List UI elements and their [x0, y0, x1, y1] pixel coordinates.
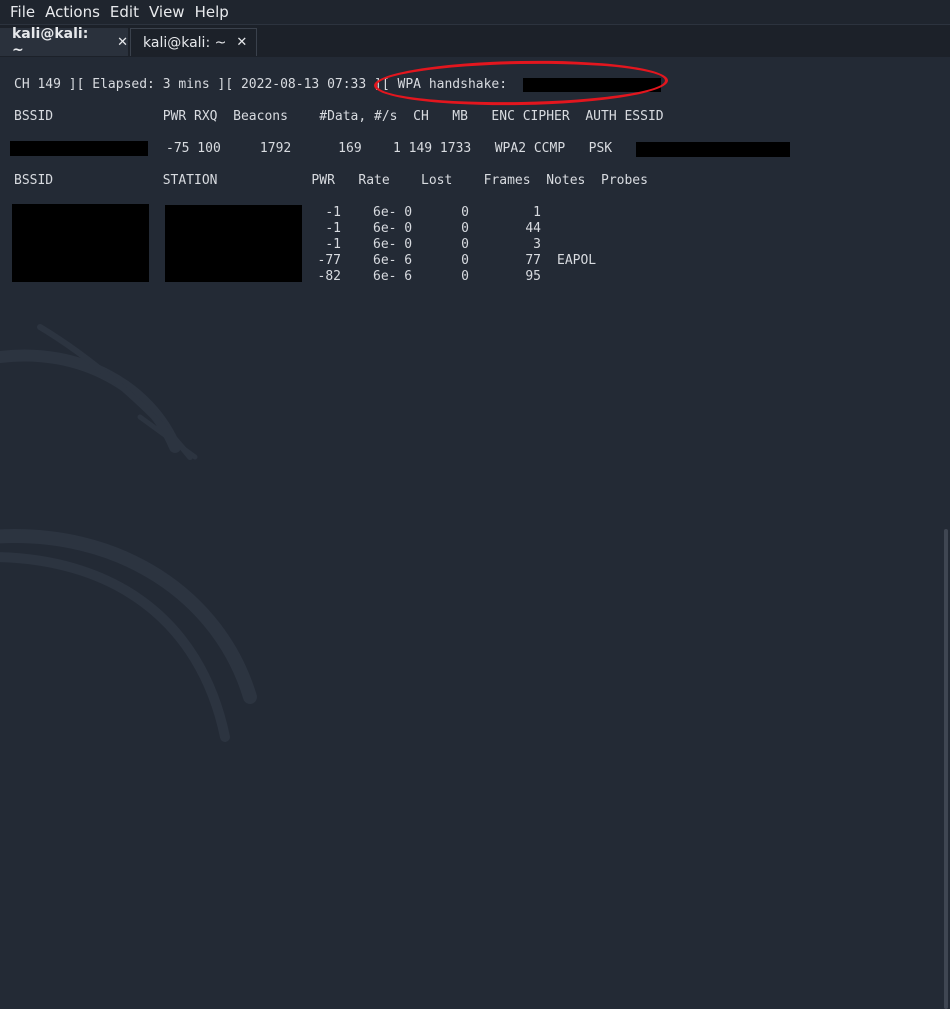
- station-rate-cell: 6e- 0: [373, 237, 413, 252]
- menu-view[interactable]: View: [147, 0, 193, 24]
- ap-row: -75 100 1792 169 1 149 1733 WPA2 CCMP PS…: [166, 141, 613, 156]
- station-rate-cell: 6e- 0: [373, 221, 413, 236]
- terminal-output[interactable]: CH 149 ][ Elapsed: 3 mins ][ 2022-08-13 …: [0, 57, 950, 1009]
- tab-label: kali@kali: ~: [143, 34, 227, 51]
- station-lost-cell: 0: [461, 205, 469, 220]
- station-rate-cell: 6e- 6: [373, 269, 413, 284]
- station-rate-cell: 6e- 0: [373, 205, 413, 220]
- station-lost-cell: 0: [461, 253, 469, 268]
- scrollbar[interactable]: [944, 529, 948, 1009]
- redacted-station-bssids: [12, 204, 149, 282]
- station-notes-cell: EAPOL: [557, 253, 597, 268]
- station-frames-cell: 3: [533, 237, 541, 252]
- station-pwr-cell: -1: [325, 221, 341, 236]
- menu-help[interactable]: Help: [193, 0, 237, 24]
- menu-actions[interactable]: Actions: [43, 0, 108, 24]
- close-icon[interactable]: ✕: [236, 35, 247, 50]
- station-frames-cell: 95: [525, 269, 541, 284]
- station-pwr-cell: -77: [317, 253, 341, 268]
- tab-bar: kali@kali: ~ ✕ kali@kali: ~ ✕: [0, 24, 950, 58]
- station-table-header: BSSID STATION PWR Rate Lost Frames Notes…: [14, 173, 648, 188]
- station-lost-cell: 0: [461, 269, 469, 284]
- station-pwr-cell: -82: [317, 269, 341, 284]
- station-frames-cell: 44: [525, 221, 541, 236]
- kali-dragon-watermark: [0, 324, 257, 742]
- redacted-station-macs: [165, 205, 302, 282]
- station-lost-cell: 0: [461, 237, 469, 252]
- redacted-essid: [636, 142, 790, 157]
- ap-table-header: BSSID PWR RXQ Beacons #Data, #/s CH MB E…: [14, 109, 664, 124]
- menu-edit[interactable]: Edit: [108, 0, 147, 24]
- tab-terminal-1[interactable]: kali@kali: ~ ✕: [0, 26, 128, 58]
- station-frames-cell: 1: [533, 205, 541, 220]
- station-lost-cell: 0: [461, 221, 469, 236]
- tab-terminal-2[interactable]: kali@kali: ~ ✕: [130, 28, 257, 56]
- close-icon[interactable]: ✕: [117, 35, 128, 50]
- station-frames-cell: 77: [525, 253, 541, 268]
- station-pwr-cell: -1: [325, 237, 341, 252]
- tab-label: kali@kali: ~: [12, 26, 89, 58]
- station-pwr-cell: -1: [325, 205, 341, 220]
- station-rate-cell: 6e- 6: [373, 253, 413, 268]
- menu-bar: File Actions Edit View Help: [0, 0, 950, 24]
- menu-file[interactable]: File: [0, 0, 43, 24]
- redacted-ap-bssid: [10, 141, 148, 156]
